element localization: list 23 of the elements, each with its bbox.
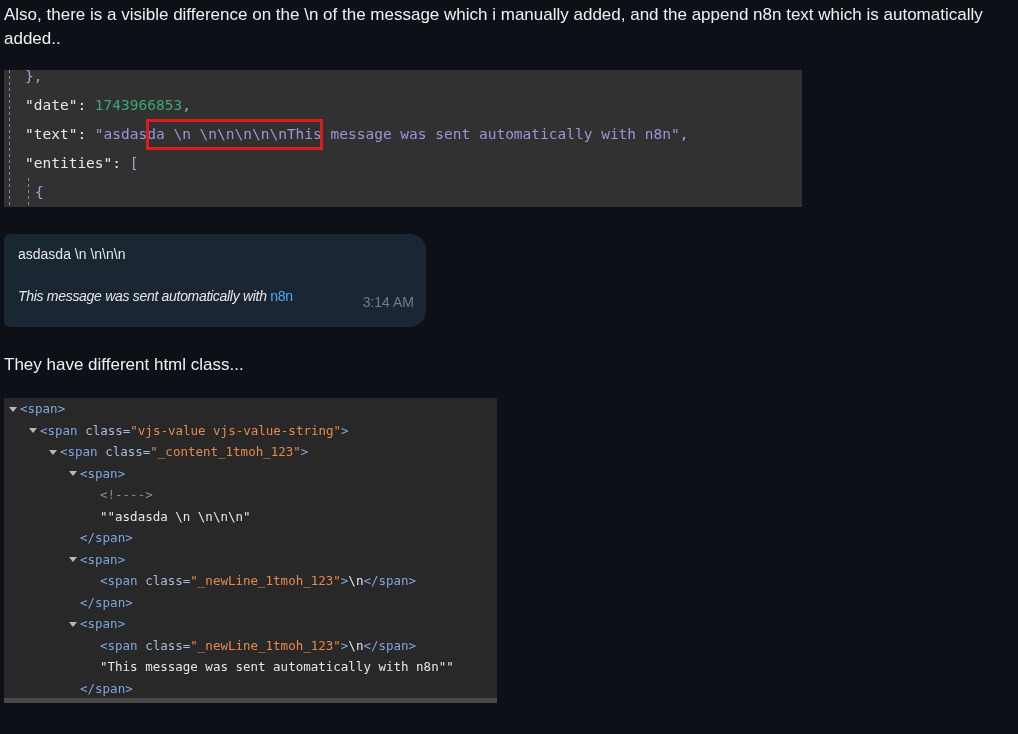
message-footer-text: This message was sent automatically with n8n bbox=[18, 288, 293, 304]
code-line: "entities": [ bbox=[25, 154, 139, 173]
code-line: <span class="_content_1tmoh_123"> bbox=[60, 443, 309, 461]
post-paragraph: They have different html class... bbox=[4, 354, 245, 376]
code-line: <span class="_newLine_1tmoh_123">\n</span> bbox=[100, 636, 417, 655]
code-line: <span> bbox=[80, 464, 126, 483]
code-line: <!----> bbox=[100, 486, 153, 504]
code-line: </span> bbox=[80, 679, 133, 698]
code-line: <span> bbox=[20, 400, 66, 418]
code-line: <span class="vjs-value vjs-value-string"> bbox=[40, 421, 349, 440]
code-line: </span> bbox=[80, 529, 133, 547]
code-line: <span class="_newLine_1tmoh_123">\n</span> bbox=[100, 572, 417, 590]
message-text: asdasda \n \n\n\n bbox=[18, 246, 127, 262]
code-line: ""asdasda \n \n\n\n" bbox=[100, 507, 251, 526]
code-line: <span> bbox=[80, 550, 126, 569]
code-line: }, bbox=[25, 70, 43, 86]
code-line: "This message was sent automatically with n8n"" bbox=[100, 658, 454, 676]
message-time: 3:14 AM bbox=[362, 294, 414, 310]
n8n-link[interactable]: n8n bbox=[270, 288, 293, 304]
code-line: "date": 1743966853, bbox=[25, 96, 191, 115]
post-paragraph: Also, there is a visible difference on the \n of the message which i manually added, and the append n8n text which is automatically added.. bbox=[4, 4, 984, 50]
code-line: </span> bbox=[80, 593, 133, 612]
code-line: <span> bbox=[80, 615, 126, 633]
